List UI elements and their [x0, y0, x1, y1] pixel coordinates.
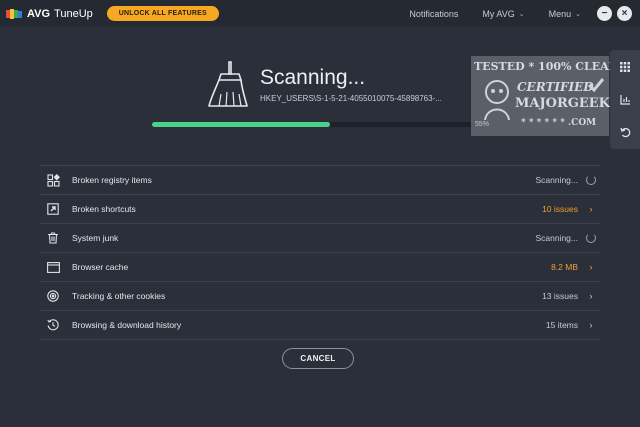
notifications-link[interactable]: Notifications	[409, 9, 458, 19]
chevron-right-icon[interactable]: ›	[584, 202, 598, 216]
title-bar: AVG TuneUp UNLOCK ALL FEATURES Notificat…	[0, 0, 640, 27]
spinner-icon	[584, 173, 598, 187]
scan-item-row: System junk Scanning...	[40, 223, 600, 252]
side-button-performance[interactable]	[610, 83, 640, 116]
progress-percent-label: 55%	[475, 121, 490, 128]
undo-icon	[619, 127, 630, 138]
close-button[interactable]: ×	[617, 6, 632, 21]
scan-item-row[interactable]: Tracking & other cookies 13 issues ›	[40, 281, 600, 310]
cancel-button[interactable]: CANCEL	[282, 348, 354, 369]
scan-item-label: Browser cache	[72, 262, 129, 272]
history-icon	[46, 318, 60, 332]
scan-item-status: 10 issues	[542, 204, 578, 214]
scan-title: Scanning...	[260, 66, 366, 89]
scan-path: HKEY_USERS\S-1-5-21-4055010075-45898763-…	[260, 94, 442, 103]
chevron-down-icon: ⌄	[575, 10, 581, 18]
side-button-undo[interactable]	[610, 116, 640, 149]
scan-item-row[interactable]: Broken shortcuts 10 issues ›	[40, 194, 600, 223]
scan-item-label: Browsing & download history	[72, 320, 182, 330]
registry-icon	[46, 173, 60, 187]
scan-item-label: Broken shortcuts	[72, 204, 136, 214]
chevron-right-icon[interactable]: ›	[584, 289, 598, 303]
app-logo: AVG TuneUp	[6, 8, 93, 20]
trash-icon	[46, 231, 60, 245]
side-button-apps[interactable]	[610, 50, 640, 83]
scan-item-status: Scanning...	[535, 175, 578, 185]
scan-progress-bar	[152, 122, 482, 127]
watermark-line-4: * * * * * * .COM	[521, 118, 597, 128]
scan-item-status: 8.2 MB	[551, 262, 578, 272]
majorgeeks-watermark: TESTED * 100% CLEAN CERTIFIED MAJORGEEKS…	[471, 56, 619, 136]
menu-label: Menu	[548, 8, 572, 19]
product-name: TuneUp	[54, 7, 93, 20]
avg-logo-icon	[6, 8, 22, 19]
my-avg-menu[interactable]: My AVG ⌄	[482, 9, 524, 19]
browser-icon	[46, 260, 60, 274]
chevron-right-icon[interactable]: ›	[584, 260, 598, 274]
main-menu[interactable]: Menu ⌄	[549, 9, 581, 19]
my-avg-label: My AVG	[482, 8, 515, 19]
cookie-icon	[46, 289, 60, 303]
watermark-line-1: TESTED * 100% CLEAN	[474, 60, 619, 73]
scan-item-row: Broken registry items Scanning...	[40, 165, 600, 194]
scan-item-status: Scanning...	[535, 233, 578, 243]
side-toolbar	[610, 50, 640, 149]
minimize-button[interactable]: −	[597, 6, 612, 21]
scan-item-label: Tracking & other cookies	[72, 291, 166, 301]
top-nav: Notifications My AVG ⌄ Menu ⌄ − ×	[409, 0, 640, 27]
brand-name: AVG	[27, 7, 51, 20]
checkmark-icon	[587, 78, 605, 93]
bar-chart-icon	[619, 95, 630, 105]
spinner-icon	[584, 231, 598, 245]
notifications-label: Notifications	[409, 8, 459, 19]
scan-item-row[interactable]: Browsing & download history 15 items ›	[40, 310, 600, 340]
scan-item-row[interactable]: Browser cache 8.2 MB ›	[40, 252, 600, 281]
chevron-right-icon[interactable]: ›	[584, 318, 598, 332]
scan-item-label: Broken registry items	[72, 175, 152, 185]
scan-item-status: 15 items	[545, 320, 578, 330]
scan-item-label: System junk	[72, 233, 119, 243]
broom-icon	[208, 61, 248, 107]
unlock-all-features-button[interactable]: UNLOCK ALL FEATURES	[106, 6, 219, 21]
watermark-line-3: MAJORGEEKS	[515, 96, 620, 111]
chevron-down-icon: ⌄	[518, 10, 525, 18]
shortcut-icon	[46, 202, 60, 216]
scan-items-list: Broken registry items Scanning... Broken s…	[40, 165, 600, 340]
scan-item-status: 13 issues	[542, 291, 578, 301]
mascot-icon	[484, 80, 510, 121]
watermark-line-2: CERTIFIED	[517, 80, 594, 94]
grid-icon	[620, 61, 630, 72]
scan-progress-fill	[152, 122, 331, 127]
